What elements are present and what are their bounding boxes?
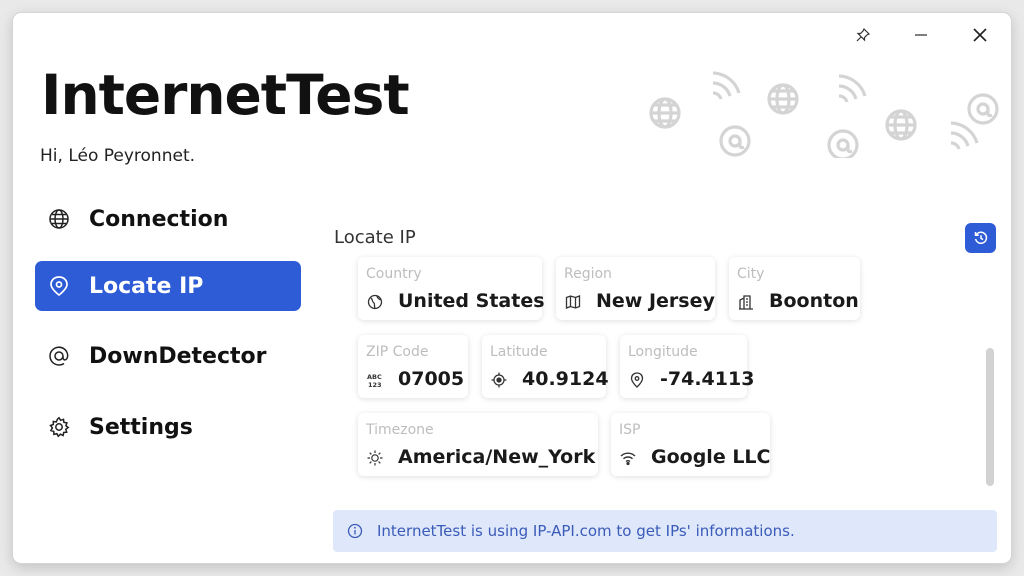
pin-icon [855, 27, 871, 43]
info-bar: InternetTest is using IP-API.com to get … [333, 510, 997, 552]
greeting-text: Hi, Léo Peyronnet. [40, 146, 196, 166]
info-card-zip-code: ZIP Code ABC 123 07005 [358, 335, 468, 398]
close-icon [972, 27, 988, 43]
card-value: New Jersey [596, 290, 715, 312]
sidebar-item-label: Connection [89, 206, 229, 232]
info-card-isp: ISP Google LLC [611, 413, 770, 476]
map-icon [564, 293, 582, 311]
app-window: InternetTest Hi, Léo Peyronnet. Connecti… [13, 13, 1011, 563]
building-icon [737, 293, 755, 311]
card-value: -74.4113 [660, 368, 755, 390]
wifi-icon [619, 449, 637, 467]
globe-icon [366, 293, 384, 311]
refresh-icon [973, 230, 989, 246]
sun-icon [366, 449, 384, 467]
abc-123-icon: ABC 123 [366, 371, 384, 389]
svg-text:123: 123 [368, 381, 382, 388]
refresh-button[interactable] [965, 223, 996, 253]
card-value: 40.9124 [522, 368, 609, 390]
card-label: Latitude [490, 344, 548, 360]
info-card-city: City Boonton [729, 257, 860, 320]
card-label: ZIP Code [366, 344, 429, 360]
minimize-button[interactable] [904, 21, 938, 49]
sidebar-item-downdetector[interactable]: DownDetector [35, 331, 301, 381]
card-label: Region [564, 266, 612, 282]
globe-icon [47, 207, 71, 231]
scrollbar[interactable] [986, 348, 994, 486]
app-title: InternetTest [41, 63, 410, 127]
card-value: Google LLC [651, 446, 771, 468]
info-card-longitude: Longitude -74.4113 [620, 335, 754, 398]
close-button[interactable] [963, 21, 997, 49]
sidebar-item-label: Settings [89, 414, 193, 440]
card-value: America/New_York [398, 446, 596, 468]
minimize-icon [913, 27, 929, 43]
pin-button[interactable] [846, 21, 880, 49]
card-label: City [737, 266, 765, 282]
at-icon [47, 344, 71, 368]
info-card-region: Region New Jersey [556, 257, 715, 320]
svg-text:ABC: ABC [367, 373, 382, 381]
gear-icon [47, 415, 71, 439]
crosshair-icon [490, 371, 508, 389]
card-label: ISP [619, 422, 641, 438]
section-title: Locate IP [334, 227, 416, 248]
card-label: Longitude [628, 344, 698, 360]
sidebar-item-settings[interactable]: Settings [35, 402, 301, 452]
card-label: Timezone [366, 422, 434, 438]
card-label: Country [366, 266, 422, 282]
decorative-background-icons [649, 71, 999, 158]
card-value: 07005 [398, 368, 465, 390]
location-pin-icon [47, 274, 71, 298]
location-pin-icon [628, 371, 646, 389]
info-icon [347, 523, 363, 539]
info-card-timezone: Timezone America/New_York [358, 413, 598, 476]
card-value: United States [398, 290, 545, 312]
sidebar-item-label: Locate IP [89, 273, 204, 299]
info-card-country: Country United States [358, 257, 545, 320]
sidebar-item-locate-ip[interactable]: Locate IP [35, 261, 301, 311]
info-card-latitude: Latitude 40.9124 [482, 335, 609, 398]
sidebar-item-label: DownDetector [89, 343, 267, 369]
card-value: Boonton [769, 290, 859, 312]
sidebar-item-connection[interactable]: Connection [35, 194, 301, 244]
info-text: InternetTest is using IP-API.com to get … [377, 522, 795, 540]
